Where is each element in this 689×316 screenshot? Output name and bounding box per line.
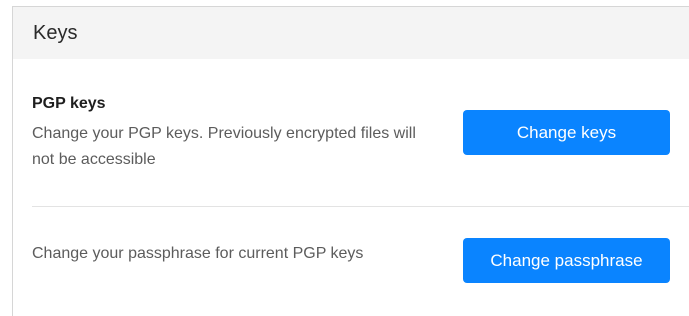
keys-panel: Keys PGP keys Change your PGP keys. Prev… — [12, 6, 689, 316]
panel-title: Keys — [33, 21, 78, 44]
change-passphrase-button[interactable]: Change passphrase — [463, 238, 670, 283]
pgp-keys-title: PGP keys — [32, 95, 106, 112]
passphrase-description: Change your passphrase for current PGP k… — [32, 245, 364, 262]
panel-header: Keys — [13, 7, 689, 59]
pgp-keys-description: Change your PGP keys. Previously encrypt… — [32, 125, 416, 168]
change-keys-button[interactable]: Change keys — [463, 110, 670, 155]
pgp-keys-section: PGP keys Change your PGP keys. Previousl… — [32, 91, 689, 206]
passphrase-section: Change your passphrase for current PGP k… — [32, 206, 689, 311]
